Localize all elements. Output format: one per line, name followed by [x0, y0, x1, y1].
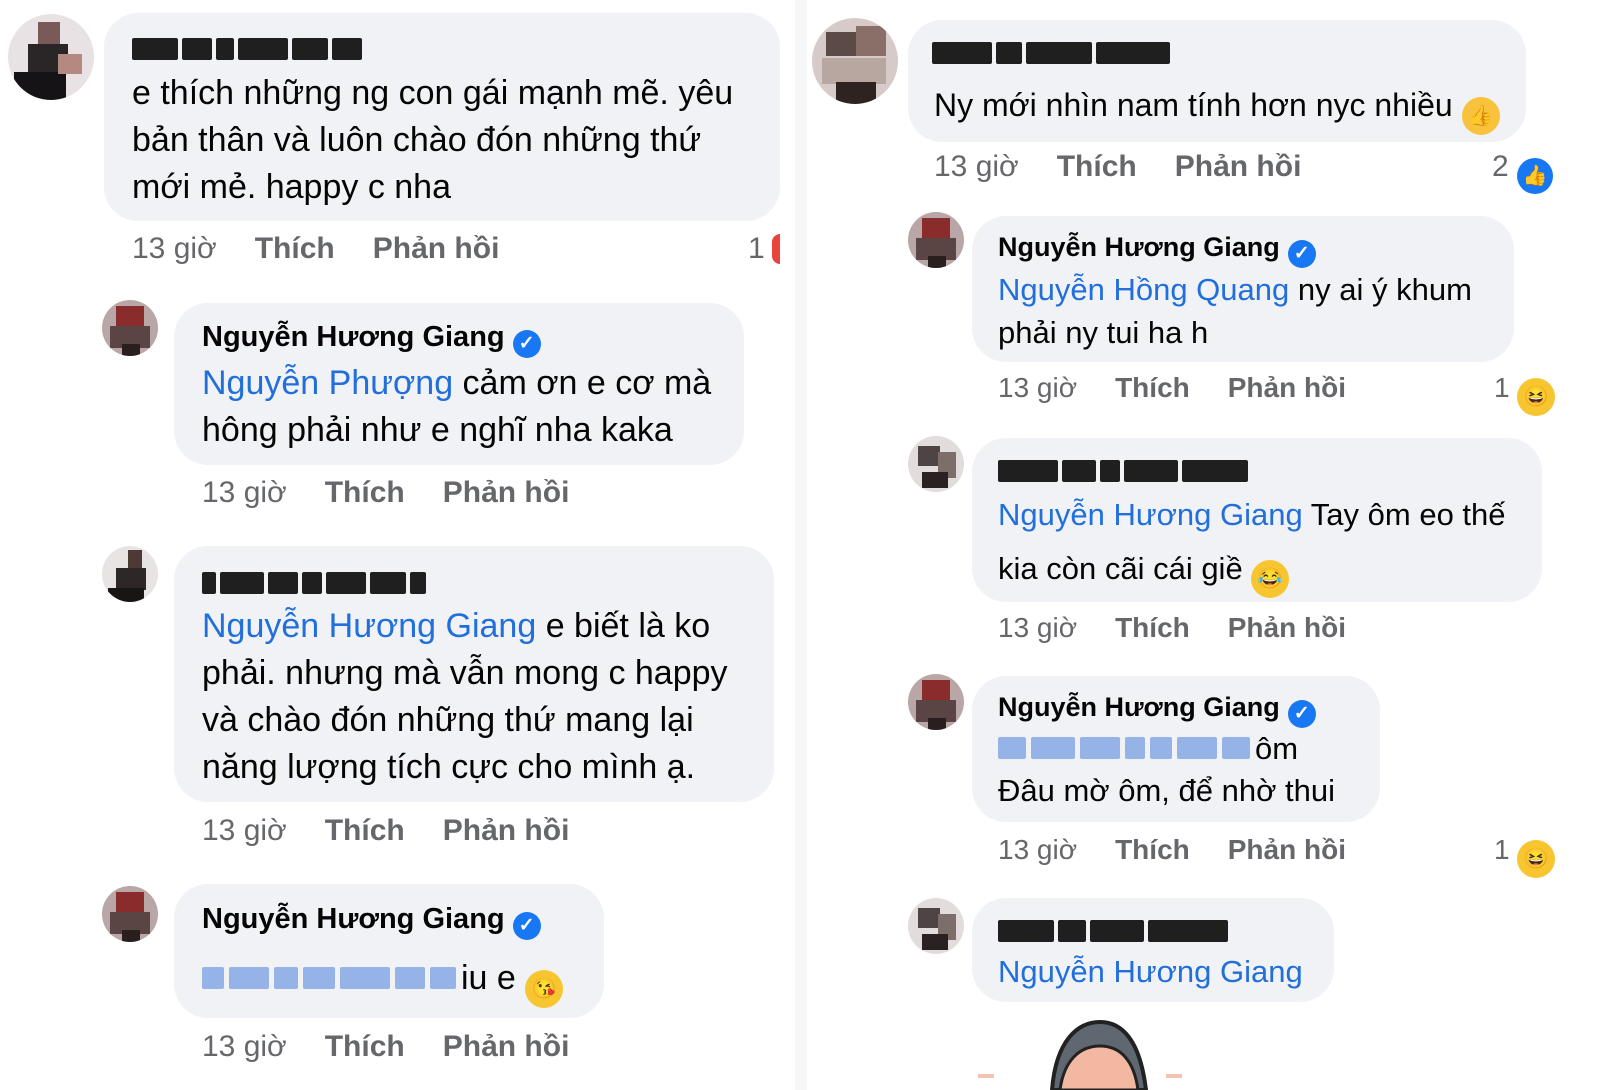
avatar[interactable]: [908, 436, 964, 492]
blurred-mention-link[interactable]: [998, 731, 1255, 766]
blurred-author-name[interactable]: [932, 42, 1212, 64]
avatar[interactable]: [908, 212, 964, 268]
comment-text: Ny mới nhìn nam tính hơn nyc nhiều 👍: [934, 82, 1524, 135]
timestamp[interactable]: 13 giờ: [998, 612, 1077, 644]
avatar[interactable]: [908, 898, 964, 954]
comment-actions: 13 giờ Thích Phản hồi: [934, 150, 1301, 184]
reply-link[interactable]: Phản hồi: [1228, 834, 1346, 866]
comment-actions: 13 giờ Thích Phản hồi: [998, 612, 1346, 644]
kiss-heart-emoji-icon: 😘: [525, 970, 564, 1008]
blurred-mention-link[interactable]: [202, 959, 461, 997]
author-name[interactable]: Nguyễn Hương Giang ✓: [202, 320, 541, 358]
blurred-author-name[interactable]: [998, 460, 1278, 482]
comment-actions: 13 giờ Thích Phản hồi: [202, 476, 569, 510]
reply-link[interactable]: Phản hồi: [1228, 612, 1346, 644]
comment-actions: 13 giờ Thích Phản hồi: [202, 1030, 569, 1064]
comment-text: Nguyễn Hương Giang e biết là ko phải. nh…: [202, 607, 728, 786]
thumbs-up-emoji-icon: 👍: [1461, 97, 1500, 135]
like-link[interactable]: Thích: [325, 1030, 405, 1064]
comment-actions: 13 giờ Thích Phản hồi: [202, 814, 569, 848]
reaction-count[interactable]: 1: [748, 232, 765, 266]
avatar[interactable]: [102, 546, 158, 602]
reaction-count[interactable]: 1 😆: [1494, 834, 1556, 878]
timestamp[interactable]: 13 giờ: [934, 150, 1019, 184]
like-link[interactable]: Thích: [325, 476, 405, 510]
comment-text: Nguyễn Hồng Quang ny ai ý khum phải ny t…: [998, 272, 1472, 350]
reply-link[interactable]: Phản hồi: [1175, 150, 1302, 184]
reaction-count[interactable]: 2 👍: [1492, 150, 1554, 194]
timestamp[interactable]: 13 giờ: [202, 476, 287, 510]
verified-badge-icon: ✓: [512, 912, 541, 940]
comment-text: e thích những ng con gái mạnh mẽ. yêu bả…: [132, 74, 734, 206]
mention-link[interactable]: Nguyễn Phượng: [202, 364, 453, 402]
mention-link[interactable]: Nguyễn Hương Giang: [998, 954, 1303, 989]
comment-text: Nguyễn Hương Giang: [998, 950, 1328, 994]
mention-link[interactable]: Nguyễn Hương Giang: [998, 497, 1303, 532]
reply-link[interactable]: Phản hồi: [1228, 372, 1346, 404]
sticker-image: [978, 1019, 1182, 1090]
mention-link[interactable]: Nguyễn Hương Giang: [202, 607, 536, 645]
author-name[interactable]: Nguyễn Hương Giang ✓: [998, 230, 1316, 268]
like-reaction-icon: 👍: [1517, 158, 1554, 194]
reaction-icon-clipped: [772, 234, 780, 264]
verified-badge-icon: ✓: [512, 330, 541, 358]
avatar[interactable]: [102, 886, 158, 942]
reply-link[interactable]: Phản hồi: [443, 1030, 570, 1064]
reply-link[interactable]: Phản hồi: [373, 232, 500, 266]
haha-reaction-icon: 😆: [1517, 378, 1556, 416]
comment-text: iu e 😘: [202, 955, 602, 1008]
comment-actions: 13 giờ Thích Phản hồi: [132, 232, 499, 266]
mention-link[interactable]: Nguyễn Hồng Quang: [998, 272, 1289, 307]
avatar[interactable]: [908, 674, 964, 730]
timestamp[interactable]: 13 giờ: [998, 372, 1077, 404]
verified-badge-icon: ✓: [1287, 700, 1316, 728]
reply-link[interactable]: Phản hồi: [443, 814, 570, 848]
column-divider: [795, 0, 807, 1090]
like-link[interactable]: Thích: [255, 232, 335, 266]
avatar[interactable]: [812, 18, 898, 104]
timestamp[interactable]: 13 giờ: [998, 834, 1077, 866]
timestamp[interactable]: 13 giờ: [132, 232, 217, 266]
reply-link[interactable]: Phản hồi: [443, 476, 570, 510]
haha-reaction-icon: 😆: [1517, 840, 1556, 878]
laughing-tears-emoji-icon: 😂: [1251, 560, 1290, 598]
avatar[interactable]: [8, 14, 94, 100]
like-link[interactable]: Thích: [325, 814, 405, 848]
blurred-author-name[interactable]: [998, 920, 1278, 942]
like-link[interactable]: Thích: [1057, 150, 1137, 184]
timestamp[interactable]: 13 giờ: [202, 1030, 287, 1064]
comment-text: ôm Đâu mờ ôm, để nhờ thui: [998, 731, 1336, 808]
author-name[interactable]: Nguyễn Hương Giang ✓: [998, 690, 1316, 728]
like-link[interactable]: Thích: [1115, 372, 1190, 404]
comment-text: Nguyễn Phượng cảm ơn e cơ mà hông phải n…: [202, 364, 712, 449]
comment-actions: 13 giờ Thích Phản hồi: [998, 834, 1346, 866]
author-name[interactable]: Nguyễn Hương Giang ✓: [202, 902, 541, 940]
timestamp[interactable]: 13 giờ: [202, 814, 287, 848]
like-link[interactable]: Thích: [1115, 834, 1190, 866]
avatar[interactable]: [102, 300, 158, 356]
verified-badge-icon: ✓: [1287, 240, 1316, 268]
comment-actions: 13 giờ Thích Phản hồi: [998, 372, 1346, 404]
reaction-count[interactable]: 1 😆: [1494, 372, 1556, 416]
blurred-author-name[interactable]: [202, 572, 442, 594]
comment-text: Nguyễn Hương Giang Tay ôm eo thế kia còn…: [998, 488, 1528, 598]
blurred-author-name[interactable]: [132, 38, 372, 60]
like-link[interactable]: Thích: [1115, 612, 1190, 644]
